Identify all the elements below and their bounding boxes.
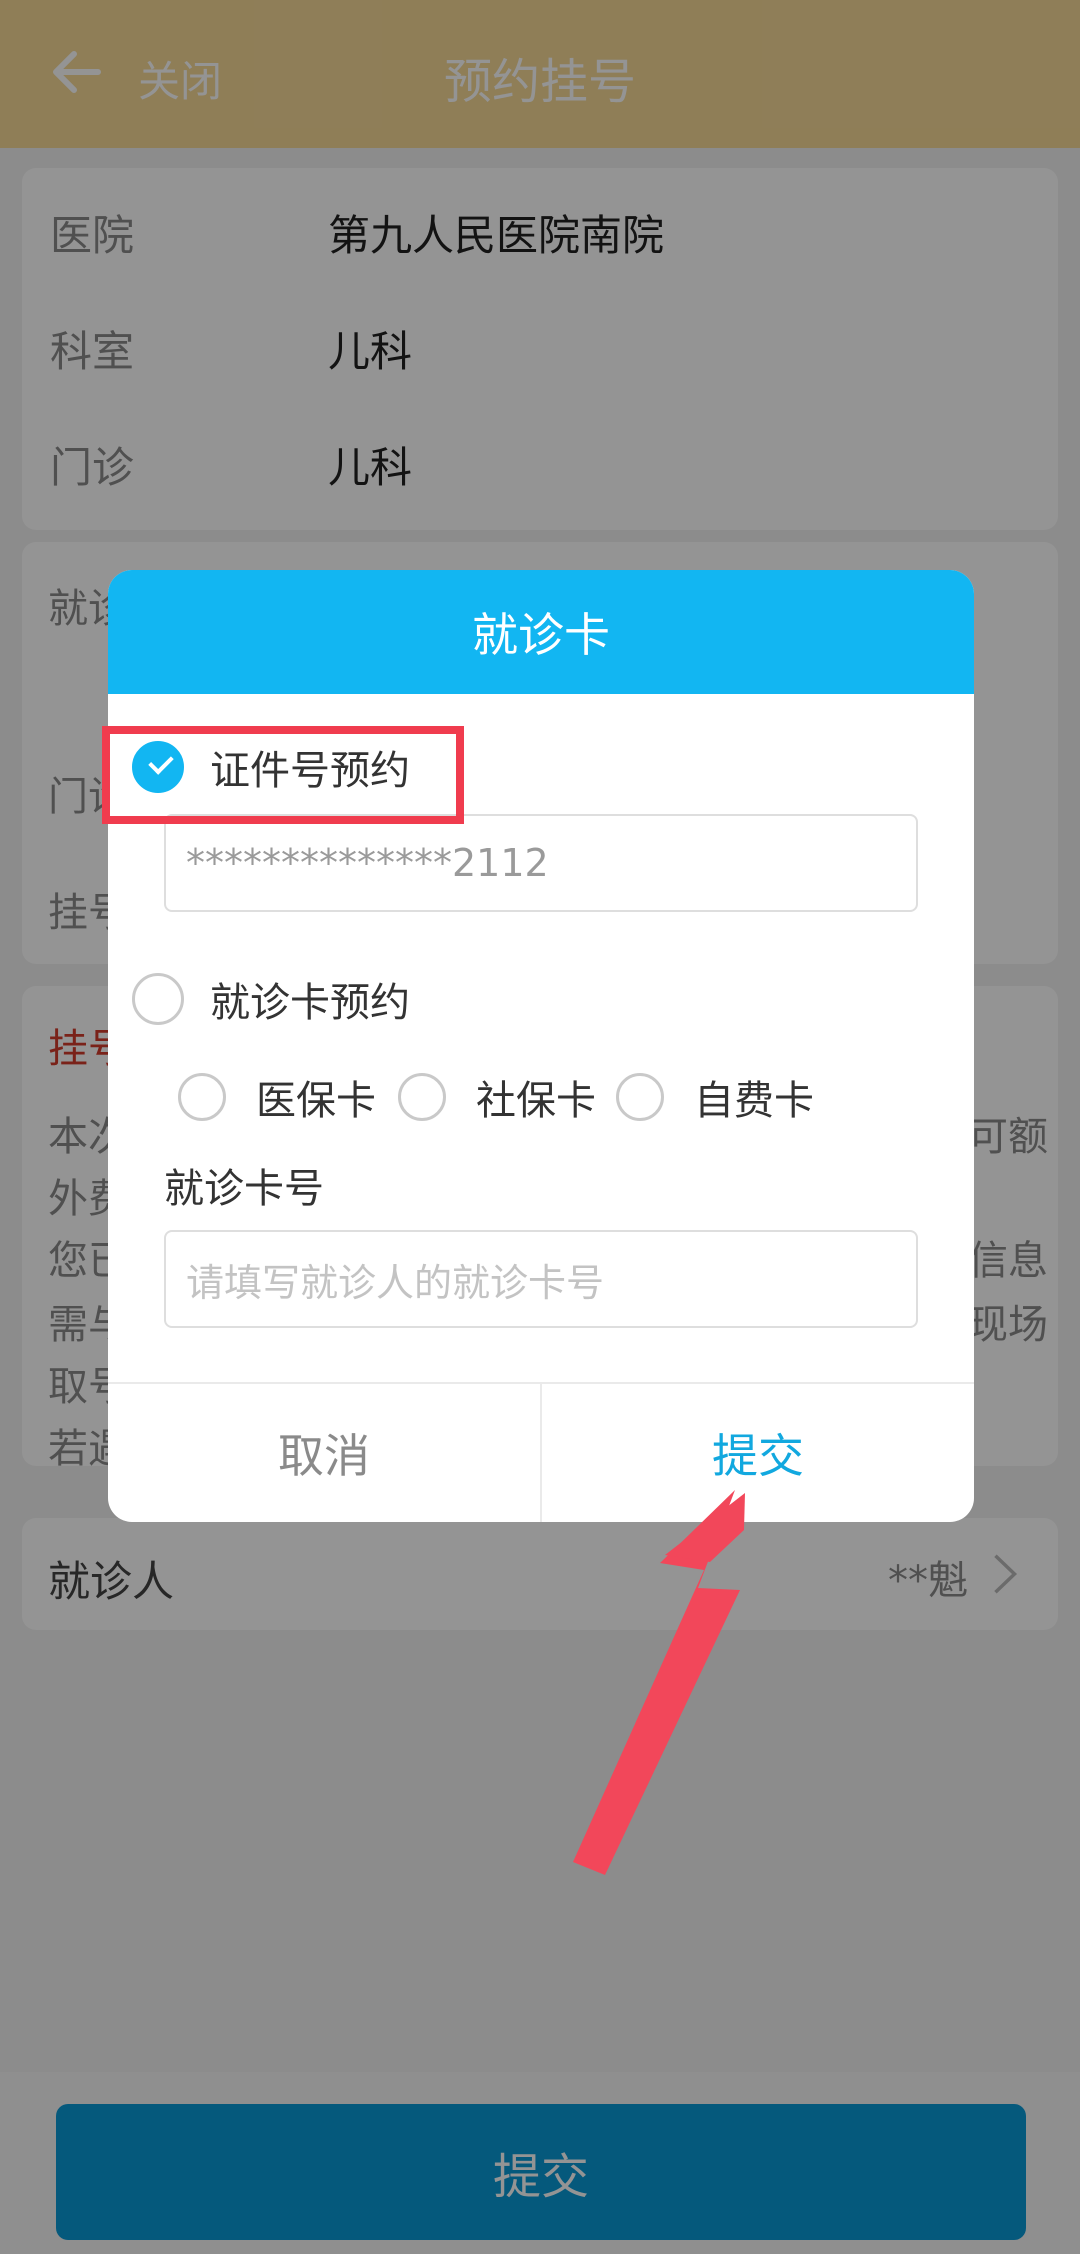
card-type-self[interactable]: 自费卡 [616,1068,814,1126]
dialog-title: 就诊卡 [108,570,974,694]
card-type-label: 自费卡 [694,1078,814,1124]
option-card-label: 就诊卡预约 [210,980,410,1026]
id-number-field[interactable]: **************2112 [164,814,918,912]
card-dialog: 就诊卡 证件号预约 **************2112 就诊卡预约 医保卡 社… [108,570,974,1522]
card-number-input[interactable]: 请填写就诊人的就诊卡号 [164,1230,918,1328]
card-type-medical[interactable]: 医保卡 [178,1068,376,1126]
cancel-button[interactable]: 取消 [108,1384,542,1522]
radio-icon[interactable] [616,1073,664,1121]
card-number-label: 就诊卡号 [164,1166,324,1212]
card-number-label-row: 就诊卡号 [164,1156,324,1214]
radio-icon[interactable] [178,1073,226,1121]
card-type-label: 社保卡 [476,1078,596,1124]
card-type-label: 医保卡 [256,1078,376,1124]
radio-icon[interactable] [398,1073,446,1121]
option-card-booking[interactable]: 就诊卡预约 [132,970,410,1028]
dialog-submit-button[interactable]: 提交 [542,1384,974,1522]
card-type-social[interactable]: 社保卡 [398,1068,596,1126]
dialog-actions: 取消 提交 [108,1382,974,1522]
radio-icon[interactable] [132,973,184,1025]
highlight-box [102,726,464,824]
